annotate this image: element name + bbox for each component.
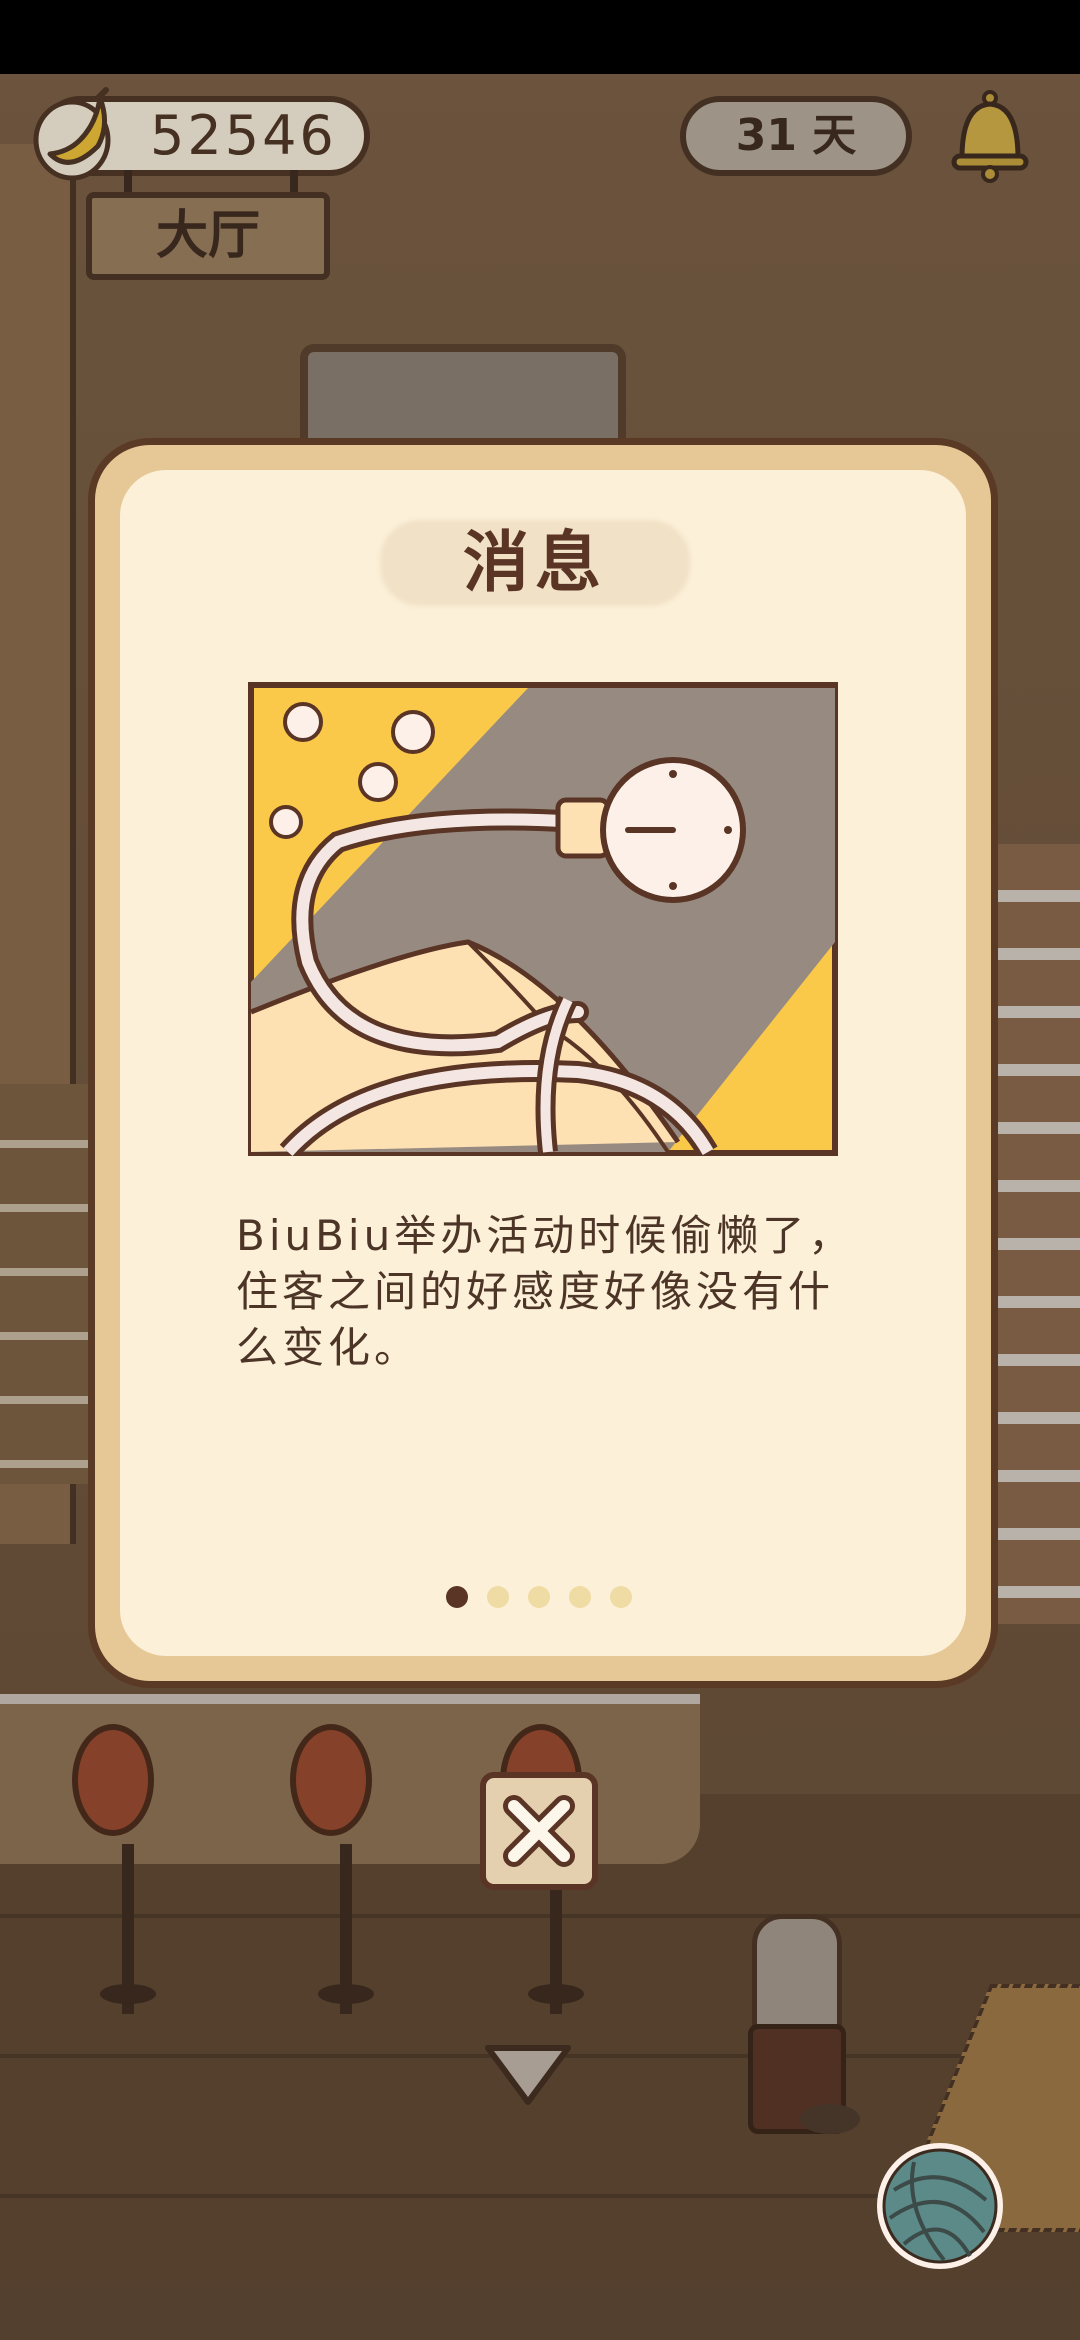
page-dot[interactable] bbox=[569, 1586, 591, 1608]
page-indicator bbox=[446, 1586, 646, 1610]
page-dot[interactable] bbox=[528, 1586, 550, 1608]
message-illustration bbox=[248, 682, 838, 1156]
page-dot[interactable] bbox=[610, 1586, 632, 1608]
dialog-title: 消息 bbox=[463, 524, 607, 601]
status-bar bbox=[0, 0, 1080, 74]
page-dot[interactable] bbox=[487, 1586, 509, 1608]
page-dot[interactable] bbox=[446, 1586, 468, 1608]
close-icon[interactable] bbox=[480, 1772, 598, 1890]
down-arrow-icon[interactable] bbox=[482, 2040, 574, 2110]
message-body: BiuBiu举办活动时候偷懒了，住客之间的好感度好像没有什么变化。 bbox=[236, 1211, 855, 1372]
yarn-ball-icon[interactable] bbox=[874, 2140, 1006, 2272]
